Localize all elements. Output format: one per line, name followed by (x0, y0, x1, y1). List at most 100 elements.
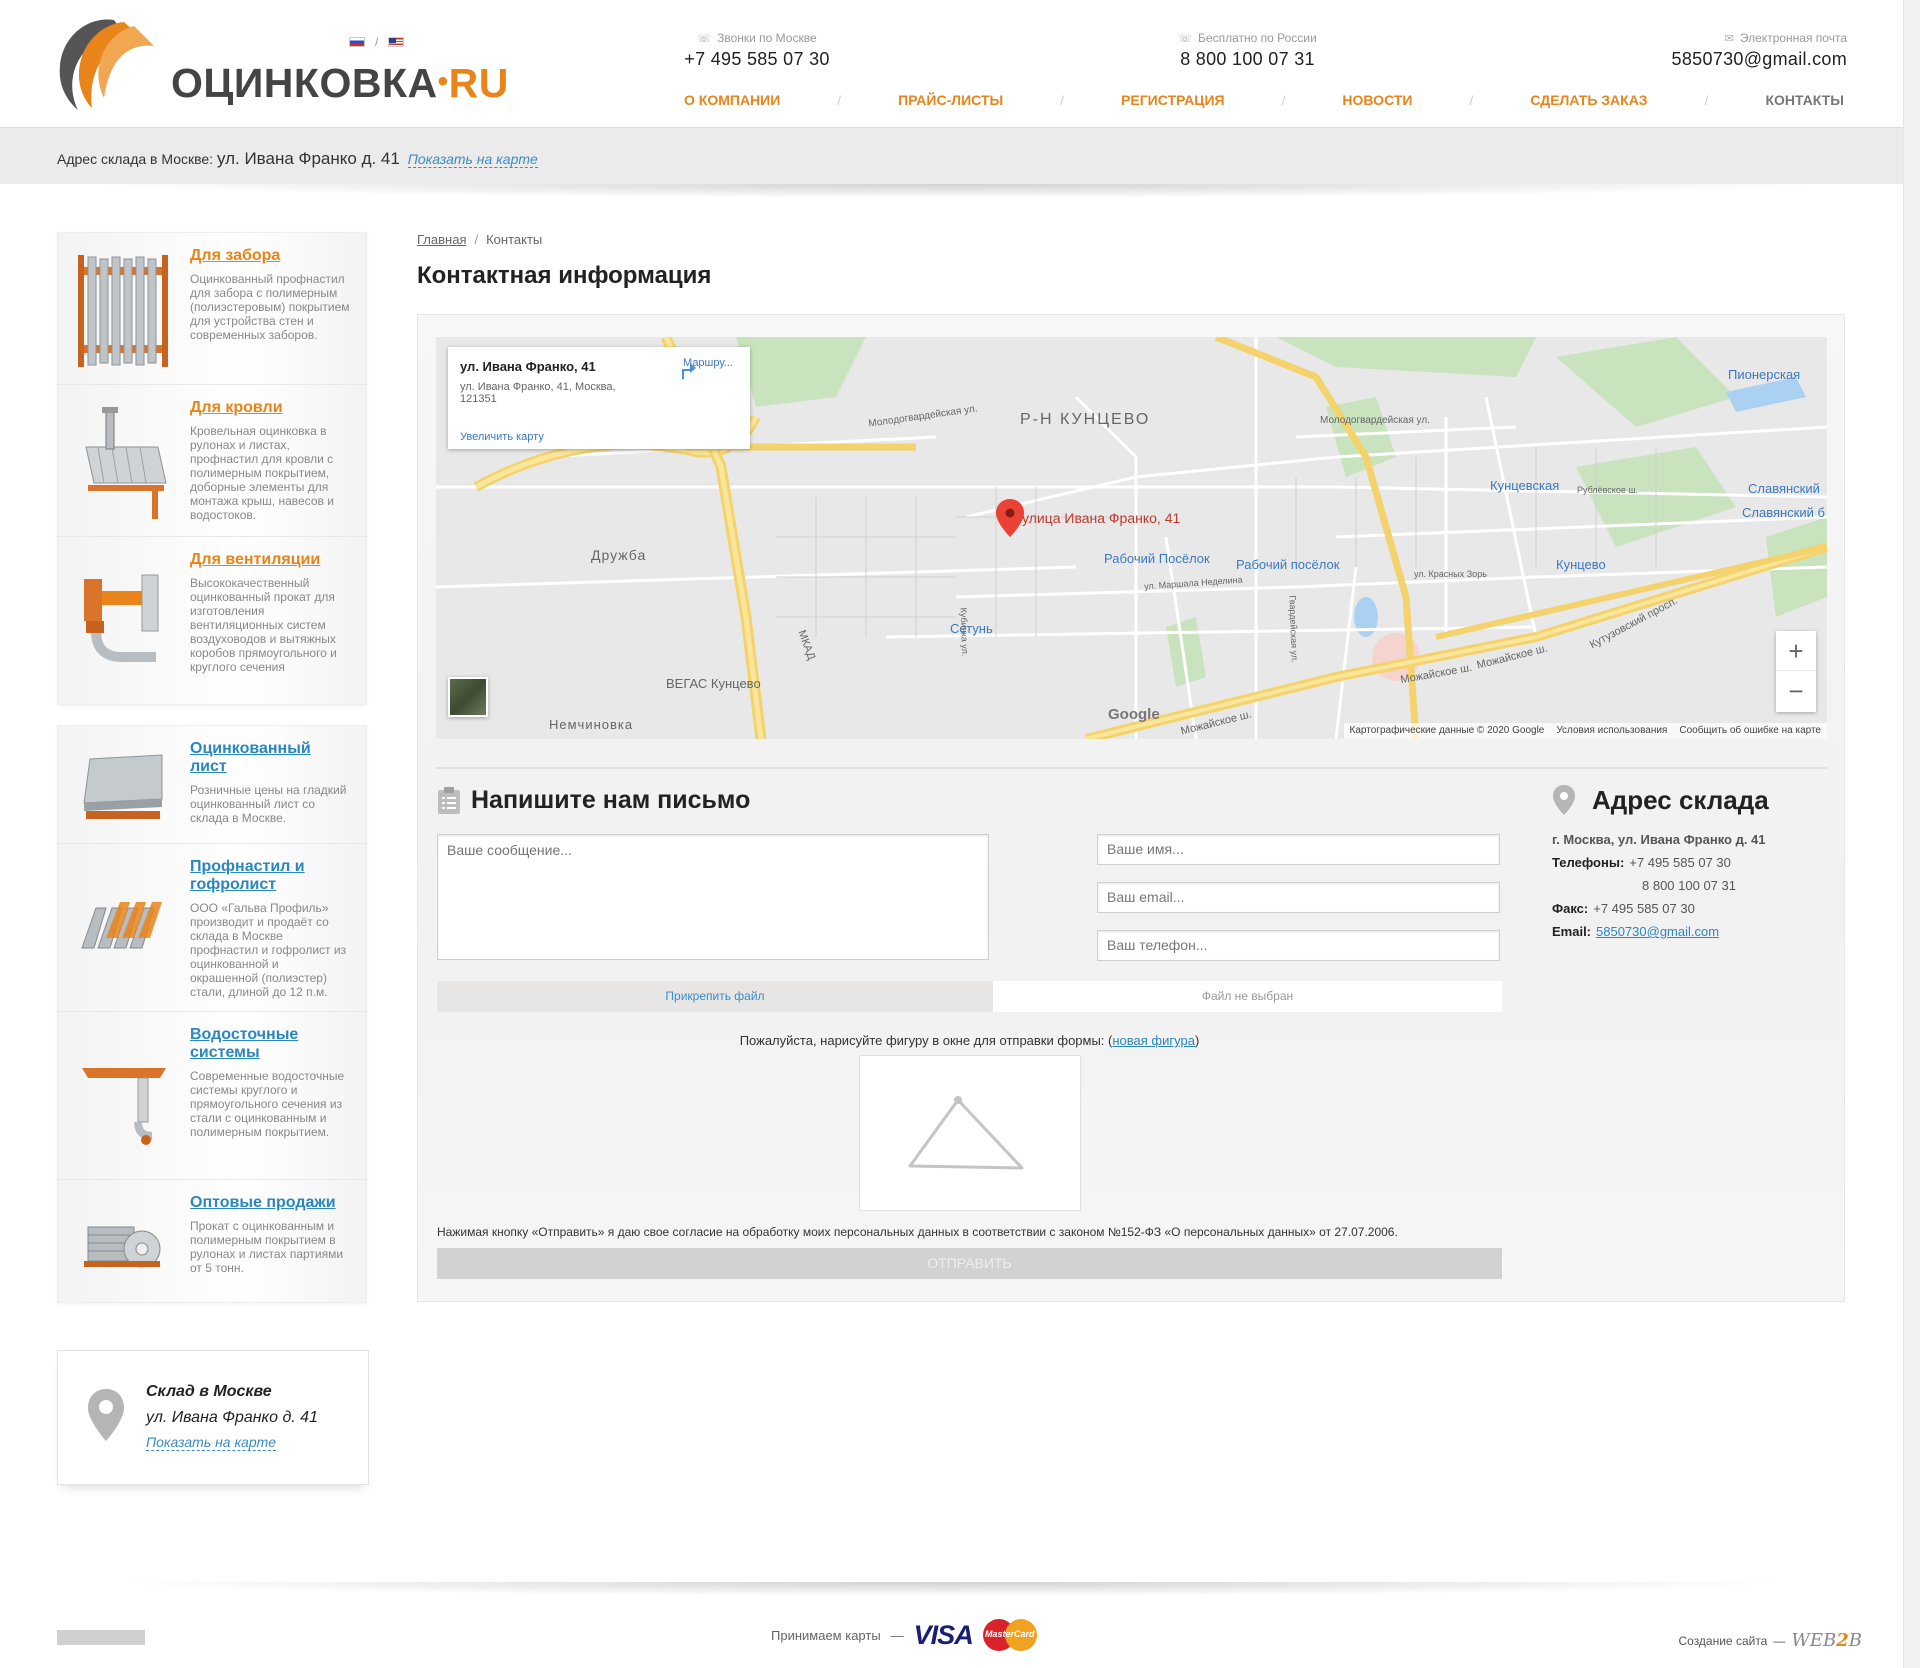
nav-order[interactable]: Сделать заказ (1530, 92, 1647, 108)
map-route-button[interactable]: Маршру... (676, 357, 740, 379)
new-shape-link[interactable]: новая фигура (1112, 1033, 1195, 1048)
catalog-item-desc: Высококачественный оцинкованный прокат д… (190, 576, 337, 674)
map-zoom-out-button[interactable]: − (1776, 671, 1816, 711)
address-bar-label: Адрес склада в Москве: (57, 151, 214, 167)
gutter-icon (58, 1012, 190, 1179)
map-satellite-toggle[interactable] (448, 677, 488, 717)
catalog-item-sheet[interactable]: Оцинкованный лист Розничные цены на глад… (58, 726, 366, 844)
map-district-label: Р-Н КУНЦЕВО (1020, 411, 1151, 428)
store-map-link[interactable]: Показать на карте (146, 1434, 277, 1451)
credit-dash: — (1773, 1633, 1786, 1648)
cards-dash: — (890, 1627, 904, 1643)
site-header: ОЦИНКОВКА•RU / ☏ Звонки по Москве +7 495 … (0, 0, 1903, 127)
catalog-item-title[interactable]: Профнастил и гофролист (190, 858, 350, 894)
nav-separator: / (1469, 92, 1474, 108)
catalog-item-title[interactable]: Оптовые продажи (190, 1194, 350, 1212)
attach-file-button[interactable]: Прикрепить файл (437, 981, 993, 1012)
message-textarea[interactable] (437, 834, 989, 960)
catalog-item-title[interactable]: Оцинкованный лист (190, 740, 350, 776)
catalog-item-wholesale[interactable]: Оптовые продажи Прокат с оцинкованным и … (58, 1180, 366, 1302)
captcha-prefix: Пожалуйста, нарисуйте фигуру в окне для … (739, 1033, 1113, 1048)
catalog-item-fence[interactable]: Для забора Оцинкованный профнастил для з… (58, 233, 366, 385)
page-scrollbar[interactable] (1903, 0, 1920, 1668)
map-card-address: ул. Ивана Франко, 41, Москва, 121351 (460, 381, 616, 405)
map-marker-label: улица Ивана Франко, 41 (1022, 510, 1181, 526)
email-label: Email: (1552, 924, 1592, 939)
catalog-item-title[interactable]: Водосточные системы (190, 1026, 350, 1062)
ventilation-icon (58, 537, 190, 704)
catalog-item-corrugated[interactable]: Профнастил и гофролист ООО «Гальва Профи… (58, 844, 366, 1012)
catalog-item-title[interactable]: Для забора (190, 247, 350, 265)
nav-contacts[interactable]: Контакты (1765, 92, 1843, 108)
breadcrumb-current: Контакты (486, 232, 543, 247)
map-label: Кубинка ул. (958, 607, 971, 657)
warehouse-fax: +7 495 585 07 30 (1593, 901, 1695, 916)
map-data-credit: Картографические данные © 2020 Google (1349, 725, 1545, 736)
wholesale-icon (58, 1180, 190, 1302)
phone-free[interactable]: 8 800 100 07 31 (1175, 49, 1320, 70)
show-on-map-link[interactable]: Показать на карте (407, 151, 538, 168)
catalog-item-title[interactable]: Для вентиляции (190, 551, 350, 569)
phone-icon: ☏ (697, 32, 712, 45)
breadcrumb-home[interactable]: Главная (417, 232, 466, 247)
nav-about[interactable]: О компании (684, 92, 780, 108)
map-info-card: ул. Ивана Франко, 41 ул. Ивана Франко, 4… (448, 347, 750, 449)
map-pin-icon (1553, 785, 1575, 815)
header-email[interactable]: 5850730@gmail.com (1672, 49, 1847, 70)
catalog-item-gutter[interactable]: Водосточные системы Современные водосточ… (58, 1012, 366, 1180)
submit-button[interactable]: Отправить (437, 1248, 1502, 1279)
footer-shadow (100, 1582, 1800, 1596)
roof-icon (58, 385, 190, 536)
catalog-item-roof[interactable]: Для кровли Кровельная оцинковка в рулона… (58, 385, 366, 537)
fax-label: Факс: (1552, 901, 1589, 916)
mastercard-logo-icon: MasterCard (982, 1619, 1037, 1651)
flag-us-icon[interactable] (388, 37, 405, 47)
map-label: ул. Красных Зорь (1414, 569, 1487, 579)
nav-separator: / (1060, 92, 1064, 108)
warehouse-phone-2[interactable]: 8 800 100 07 31 (1642, 878, 1736, 893)
flag-ru-icon[interactable] (349, 37, 365, 47)
warehouse-info: Адрес склада г. Москва, ул. Ивана Франко… (1552, 784, 1842, 940)
google-map[interactable]: ул. Ивана Франко, 41 ул. Ивана Франко, 4… (436, 337, 1827, 739)
map-label: Кунцевская (1490, 478, 1560, 493)
catalog-item-desc: ООО «Гальва Профиль» производит и продаё… (190, 901, 347, 999)
nav-news[interactable]: Новости (1342, 92, 1412, 108)
phone-input[interactable]: Ваш телефон... (1097, 930, 1500, 961)
captcha-draw-canvas[interactable] (859, 1055, 1081, 1211)
catalog-item-desc: Розничные цены на гладкий оцинкованный л… (190, 783, 347, 825)
map-label: Кунцево (1556, 557, 1606, 572)
map-pin-icon (88, 1389, 124, 1441)
file-status: Файл не выбран (993, 981, 1502, 1012)
cards-label: Принимаем карты (771, 1627, 881, 1643)
store-title: Склад в Москве (146, 1383, 272, 1400)
warehouse-phone-1[interactable]: +7 495 585 07 30 (1629, 855, 1731, 870)
catalog-item-ventilation[interactable]: Для вентиляции Высококачественный оцинко… (58, 537, 366, 704)
catalog-item-title[interactable]: Для кровли (190, 399, 350, 417)
payment-cards: Принимаем карты — VISA MasterCard (771, 1619, 1037, 1651)
map-zoom-in-button[interactable]: + (1776, 631, 1816, 671)
directions-icon (682, 363, 696, 379)
nav-prices[interactable]: Прайс-листы (898, 92, 1003, 108)
logo-main: ОЦИНКОВКА (171, 60, 438, 106)
language-switcher: / (349, 35, 405, 49)
envelope-icon: ✉ (1724, 32, 1734, 45)
map-terms-link[interactable]: Условия использования (1556, 725, 1667, 737)
phone-moscow[interactable]: +7 495 585 07 30 (682, 49, 832, 70)
map-enlarge-link[interactable]: Увеличить карту (460, 431, 544, 443)
warehouse-email-link[interactable]: 5850730@gmail.com (1596, 924, 1719, 939)
captcha-suffix: ) (1194, 1033, 1200, 1048)
warehouse-title: Адрес склада (1592, 784, 1769, 815)
name-input[interactable]: Ваше имя... (1097, 834, 1500, 865)
header-shadow (80, 184, 1830, 198)
nav-registration[interactable]: Регистрация (1121, 92, 1225, 108)
email-block: ✉ Электронная почта 5850730@gmail.com (1672, 31, 1847, 70)
form-title-text: Напишите нам письмо (471, 786, 751, 814)
phone-free-block: ☏ Бесплатно по России 8 800 100 07 31 (1175, 31, 1320, 70)
catalog-group-products: Оцинкованный лист Розничные цены на глад… (57, 725, 367, 1303)
email-input[interactable]: Ваш email... (1097, 882, 1500, 913)
site-logo[interactable]: ОЦИНКОВКА•RU (56, 14, 508, 110)
logo-ru: RU (448, 60, 509, 106)
web2b-logo[interactable]: WEB2B (1791, 1630, 1862, 1651)
credit-label: Создание сайта (1678, 1633, 1768, 1648)
map-report-link[interactable]: Сообщить об ошибке на карте (1679, 725, 1821, 737)
